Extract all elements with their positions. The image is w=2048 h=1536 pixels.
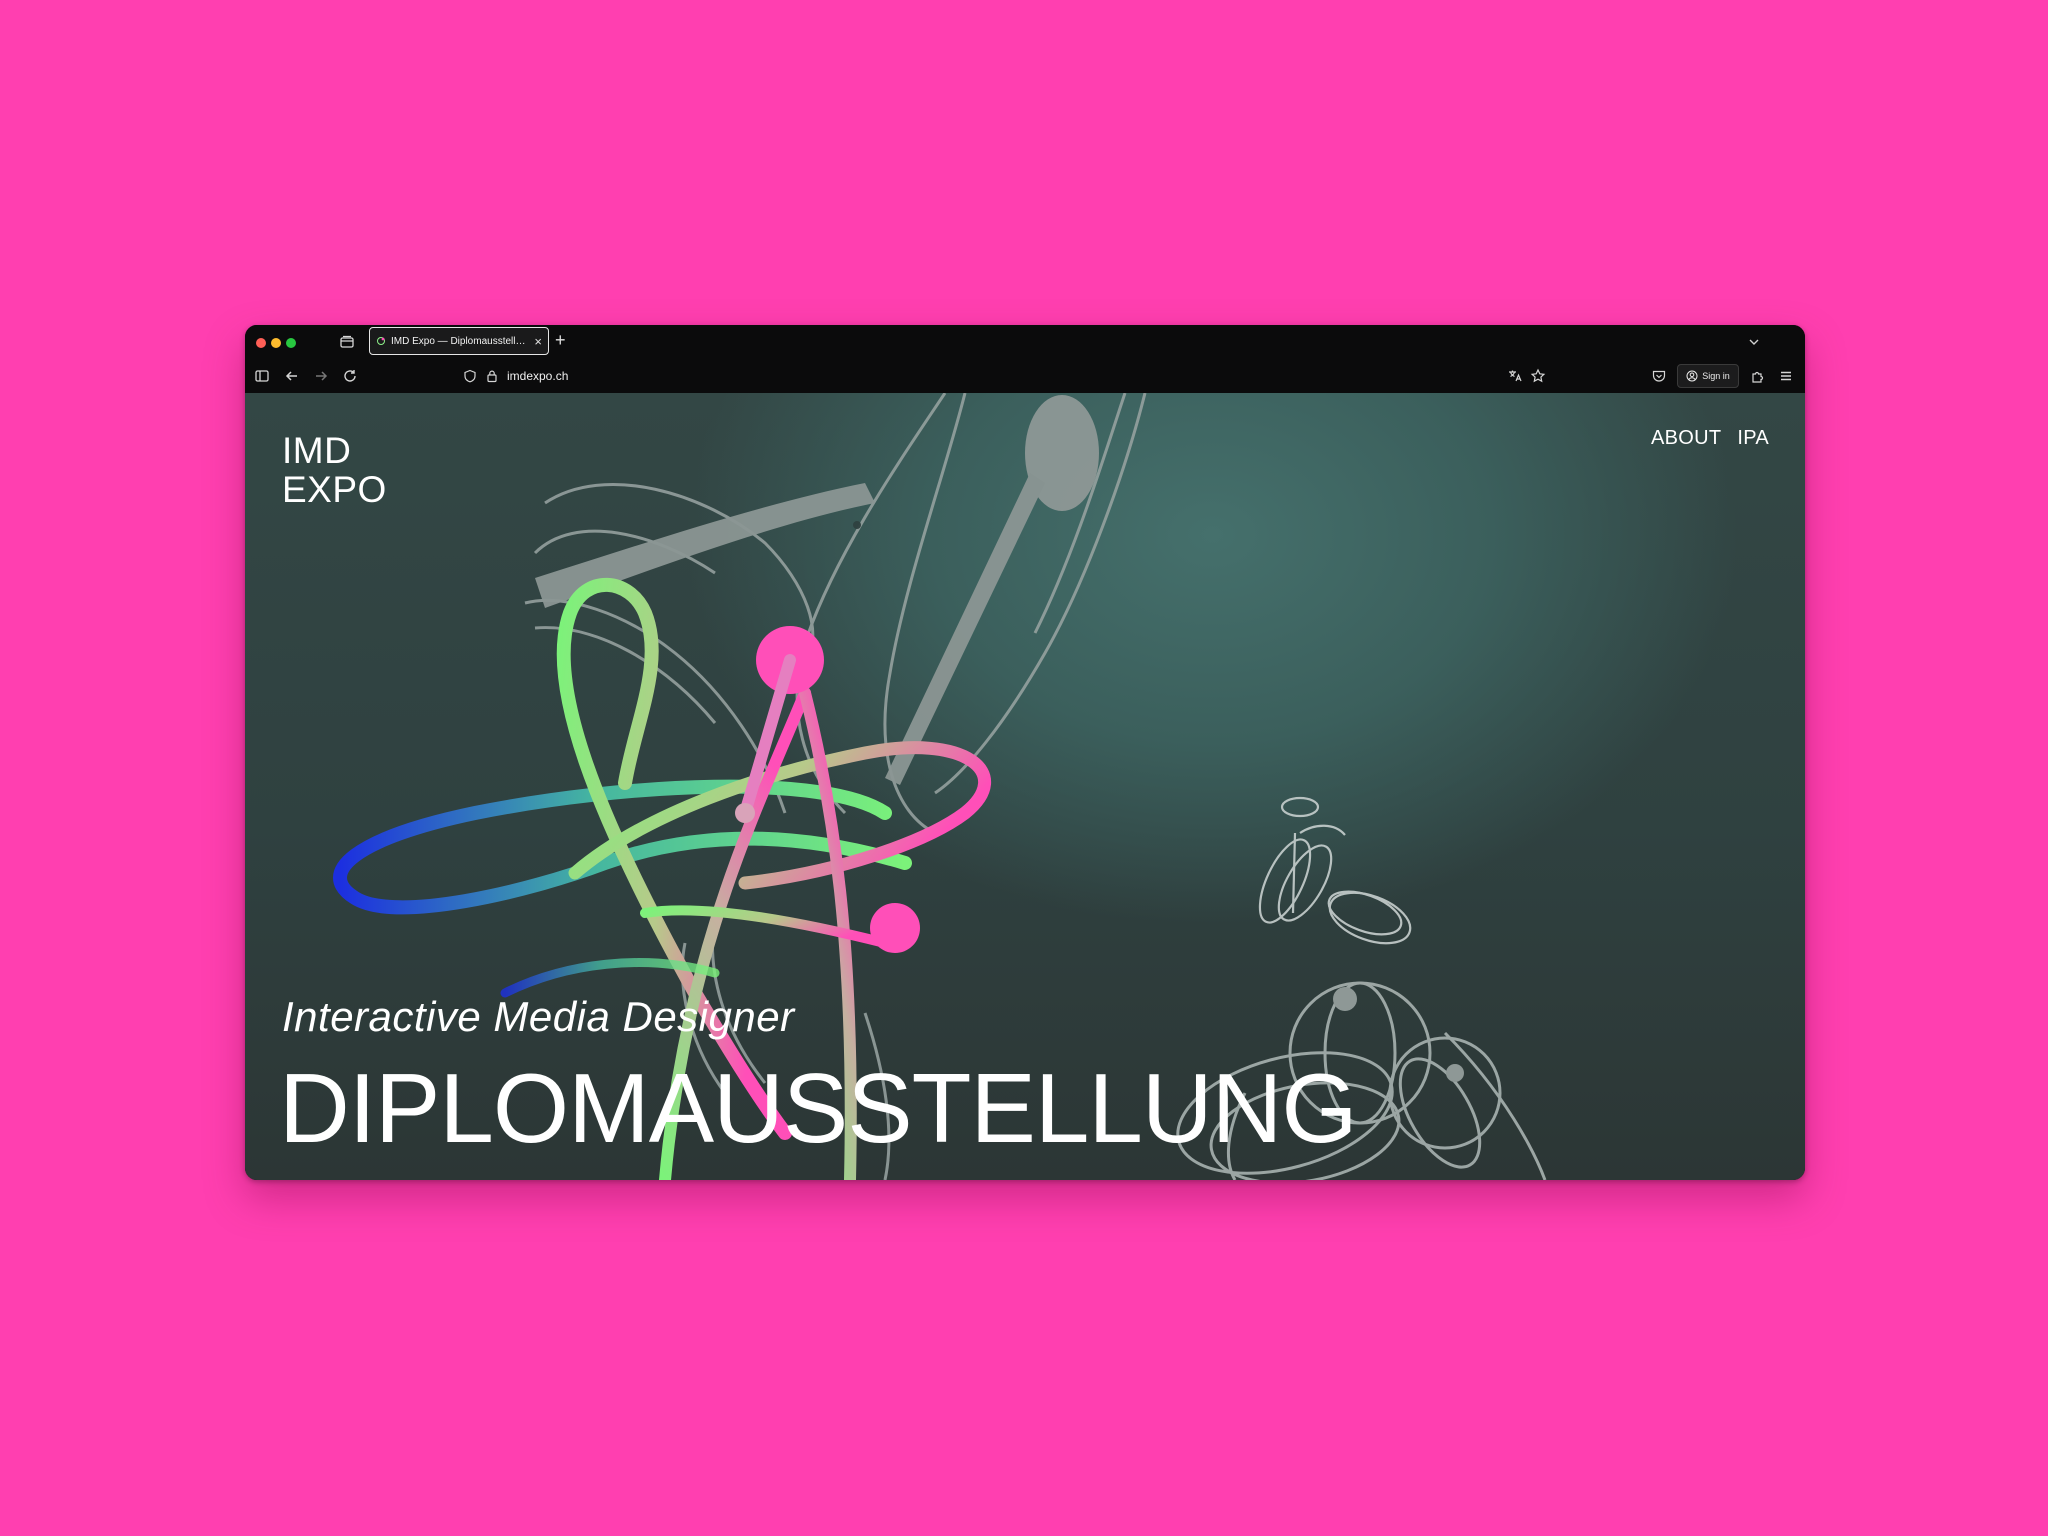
- extensions-icon[interactable]: [1750, 368, 1766, 384]
- browser-tab-active[interactable]: IMD Expo — Diplomausstellung ×: [369, 327, 549, 355]
- bookmark-star-icon[interactable]: [1530, 368, 1546, 384]
- tab-overview-icon[interactable]: [339, 334, 355, 350]
- new-tab-button[interactable]: +: [555, 330, 566, 350]
- close-tab-icon[interactable]: ×: [534, 334, 542, 349]
- minimize-window-button[interactable]: [271, 338, 281, 348]
- site-logo[interactable]: IMD EXPO: [282, 431, 387, 509]
- tab-title: IMD Expo — Diplomausstellung: [391, 335, 530, 347]
- forward-arrow-icon[interactable]: [313, 368, 329, 384]
- url-text[interactable]: imdexpo.ch: [507, 369, 568, 383]
- shield-icon[interactable]: [463, 369, 477, 383]
- logo-line-expo: EXPO: [282, 469, 387, 510]
- hero-subtitle: Interactive Media Designer: [282, 993, 795, 1040]
- lock-icon[interactable]: [485, 369, 499, 383]
- site-favicon-icon: [377, 337, 385, 345]
- logo-line-imd: IMD: [282, 430, 352, 471]
- nav-link-about[interactable]: ABOUT: [1651, 427, 1721, 450]
- tab-strip: IMD Expo — Diplomausstellung × +: [245, 325, 1805, 359]
- page-viewport: IMD EXPO ABOUT IPA Interactive Media Des…: [245, 393, 1805, 1180]
- account-icon: [1686, 370, 1698, 382]
- browser-window: IMD Expo — Diplomausstellung × + imdexpo…: [245, 325, 1805, 1180]
- back-arrow-icon[interactable]: [284, 368, 300, 384]
- nav-link-ipa[interactable]: IPA: [1737, 427, 1769, 450]
- zoom-window-button[interactable]: [286, 338, 296, 348]
- address-bar[interactable]: imdexpo.ch: [463, 367, 568, 385]
- hero-headline: DIPLOMAUSSTELLUNG: [279, 1053, 1358, 1163]
- site-navigation: ABOUT IPA: [1651, 427, 1769, 450]
- pocket-icon[interactable]: [1651, 368, 1667, 384]
- menu-icon[interactable]: [1778, 368, 1794, 384]
- navigation-toolbar: imdexpo.ch Sign in: [245, 359, 1805, 393]
- tab-list-chevron-icon[interactable]: [1747, 335, 1761, 349]
- sign-in-label: Sign in: [1702, 371, 1730, 381]
- close-window-button[interactable]: [256, 338, 266, 348]
- sign-in-button[interactable]: Sign in: [1677, 364, 1739, 388]
- sidebar-toggle-icon[interactable]: [254, 368, 270, 384]
- reload-icon[interactable]: [342, 368, 358, 384]
- translate-icon[interactable]: [1507, 368, 1523, 384]
